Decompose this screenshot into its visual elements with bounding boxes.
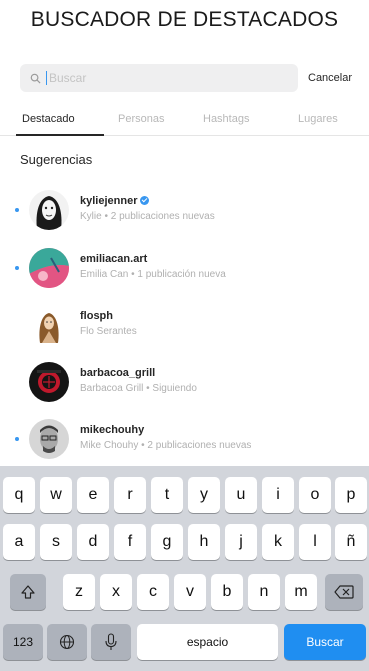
key-a[interactable]: a <box>3 524 35 560</box>
subtitle: Mike Chouhy • 2 publicaciones nuevas <box>80 440 252 451</box>
globe-icon <box>59 634 75 650</box>
on-screen-keyboard: q w e r t y u i o p a s d f g h j k l ñ … <box>0 466 369 671</box>
page-title: BUSCADOR DE DESTACADOS <box>30 8 339 31</box>
key-d[interactable]: d <box>77 524 109 560</box>
tab-hashtags[interactable]: Hashtags <box>203 113 249 125</box>
key-w[interactable]: w <box>40 477 72 513</box>
globe-key[interactable] <box>47 624 87 660</box>
text-caret <box>46 71 47 85</box>
username: barbacoa_grill <box>80 367 156 379</box>
list-item-emiliacan[interactable]: emiliacan.art Emilia Can • 1 publicación… <box>0 244 369 294</box>
key-z[interactable]: z <box>63 574 95 610</box>
search-bar: Cancelar <box>20 64 362 92</box>
username: flosph <box>80 310 113 322</box>
key-y[interactable]: y <box>188 477 220 513</box>
username: kyliejenner <box>80 195 150 207</box>
space-key[interactable]: espacio <box>137 624 278 660</box>
microphone-icon <box>105 633 117 650</box>
key-v[interactable]: v <box>174 574 206 610</box>
list-item-mikechouhy[interactable]: mikechouhy Mike Chouhy • 2 publicaciones… <box>0 415 369 465</box>
search-field[interactable] <box>20 64 298 92</box>
avatar <box>29 305 69 345</box>
subtitle: Kylie • 2 publicaciones nuevas <box>80 211 215 222</box>
key-q[interactable]: q <box>3 477 35 513</box>
subtitle: Barbacoa Grill • Siguiendo <box>80 383 197 394</box>
subtitle: Flo Serantes <box>80 326 137 337</box>
avatar <box>29 362 69 402</box>
cancel-button[interactable]: Cancelar <box>308 72 352 84</box>
search-submit-key[interactable]: Buscar <box>284 624 366 660</box>
key-p[interactable]: p <box>335 477 367 513</box>
key-m[interactable]: m <box>285 574 317 610</box>
key-x[interactable]: x <box>100 574 132 610</box>
username: mikechouhy <box>80 424 145 436</box>
new-content-indicator <box>15 208 19 212</box>
key-o[interactable]: o <box>299 477 331 513</box>
key-s[interactable]: s <box>40 524 72 560</box>
active-tab-indicator <box>16 134 104 136</box>
tab-destacado[interactable]: Destacado <box>22 113 75 125</box>
key-k[interactable]: k <box>262 524 294 560</box>
username: emiliacan.art <box>80 253 148 265</box>
subtitle: Emilia Can • 1 publicación nueva <box>80 269 226 280</box>
tab-bar: Destacado Personas Hashtags Lugares <box>0 106 369 136</box>
key-t[interactable]: t <box>151 477 183 513</box>
suggestions-heading: Sugerencias <box>20 152 93 167</box>
search-input[interactable] <box>49 71 269 85</box>
key-i[interactable]: i <box>262 477 294 513</box>
tab-personas[interactable]: Personas <box>118 113 164 125</box>
verified-badge-icon <box>140 196 150 205</box>
key-b[interactable]: b <box>211 574 243 610</box>
key-n[interactable]: n <box>248 574 280 610</box>
key-e[interactable]: e <box>77 477 109 513</box>
key-j[interactable]: j <box>225 524 257 560</box>
new-content-indicator <box>15 266 19 270</box>
list-item-flosph[interactable]: flosph Flo Serantes <box>0 301 369 351</box>
key-f[interactable]: f <box>114 524 146 560</box>
backspace-key[interactable] <box>325 574 363 610</box>
numbers-key[interactable]: 123 <box>3 624 43 660</box>
key-n-tilde[interactable]: ñ <box>335 524 367 560</box>
shift-icon <box>21 585 35 599</box>
key-u[interactable]: u <box>225 477 257 513</box>
avatar <box>29 419 69 459</box>
key-c[interactable]: c <box>137 574 169 610</box>
new-content-indicator <box>15 437 19 441</box>
tab-lugares[interactable]: Lugares <box>298 113 338 125</box>
key-l[interactable]: l <box>299 524 331 560</box>
avatar <box>29 190 69 230</box>
avatar <box>29 248 69 288</box>
key-h[interactable]: h <box>188 524 220 560</box>
username-text: kyliejenner <box>80 195 138 207</box>
key-r[interactable]: r <box>114 477 146 513</box>
backspace-icon <box>334 585 354 599</box>
shift-key[interactable] <box>10 574 46 610</box>
key-g[interactable]: g <box>151 524 183 560</box>
list-item-kyliejenner[interactable]: kyliejenner Kylie • 2 publicaciones nuev… <box>0 186 369 236</box>
microphone-key[interactable] <box>91 624 131 660</box>
search-icon <box>30 73 41 84</box>
list-item-barbacoa-grill[interactable]: barbacoa_grill Barbacoa Grill • Siguiend… <box>0 358 369 408</box>
